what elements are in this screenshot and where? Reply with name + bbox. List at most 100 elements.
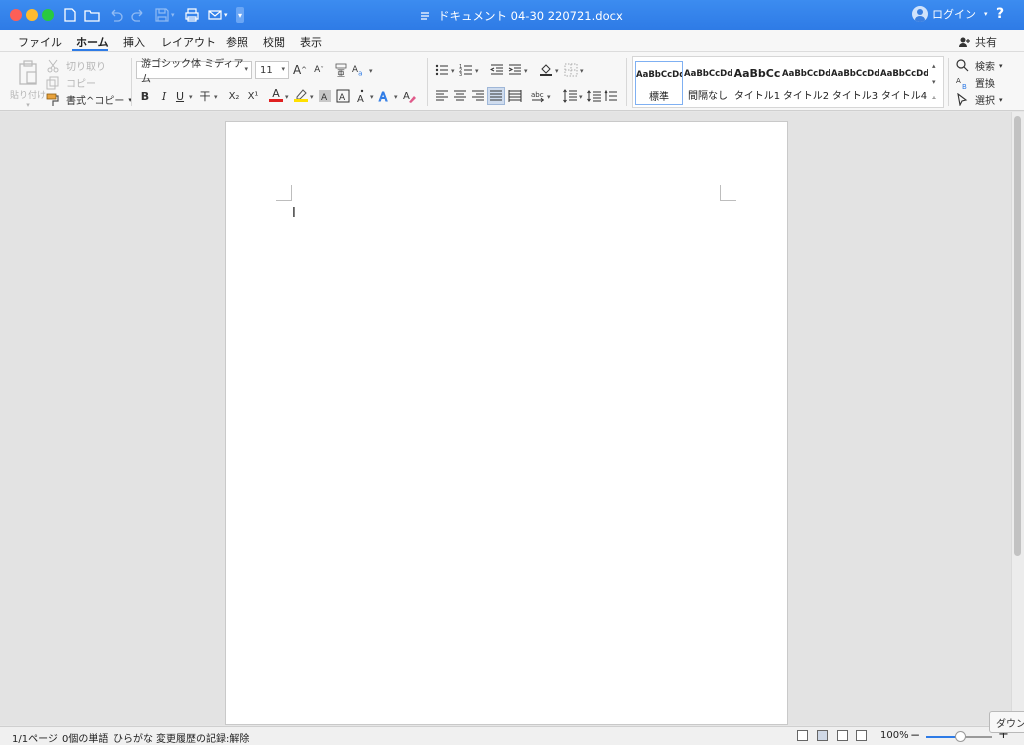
font-color-button[interactable]: A [268,87,284,103]
select-button[interactable]: 選択 ▾ [956,92,1003,107]
group-separator [948,58,949,106]
format-painter-button[interactable]: 書式^コピー ▾ [46,92,132,107]
open-folder-icon[interactable] [84,6,100,24]
superscript-button[interactable]: X¹ [245,88,261,104]
subscript-button[interactable]: X₂ [226,88,242,104]
paragraph-shading-button[interactable] [538,62,554,78]
align-right-button[interactable] [470,88,486,104]
copy-button[interactable]: コピー [46,75,96,90]
style-name: 間隔なし [688,91,728,102]
chevron-down-icon[interactable]: ▾ [932,78,936,86]
highlight-button[interactable] [293,87,309,103]
numbering-button[interactable]: 123 [458,62,474,78]
char-shading-button[interactable]: A [317,88,333,104]
find-button[interactable]: 検索 ▾ [956,58,1003,73]
strikethrough-button[interactable]: 干 [197,88,213,104]
font-size-select[interactable]: 11 ▾ [255,61,289,79]
paste-icon [19,60,37,85]
save-icon[interactable]: ▾ [154,6,175,24]
print-icon[interactable] [184,6,200,24]
style-normal[interactable]: AaBbCcDd 標準 [635,61,683,105]
style-no-spacing[interactable]: AaBbCcDd 間隔なし [684,61,732,105]
character-shading-icon: A [319,90,331,103]
distributed-button[interactable] [507,88,523,104]
word-count[interactable]: 0個の単語 [62,730,108,745]
replace-button[interactable]: AB 置換 [956,75,995,90]
outline-view-icon[interactable] [837,730,848,741]
justify-button[interactable] [487,87,505,105]
line-spacing-button[interactable] [562,88,578,104]
bold-button[interactable]: B [137,88,153,104]
mail-icon[interactable]: ▾ [207,6,228,24]
format-painter-label: 書式^コピー [66,96,125,107]
sort-button[interactable] [603,88,619,104]
style-heading-1[interactable]: AaBbCc タイトル1 [733,61,781,105]
help-button[interactable]: ? [996,6,1004,22]
document-page[interactable] [225,121,788,725]
zoom-slider-thumb[interactable] [955,731,966,742]
tab-layout[interactable]: レイアウト [161,34,216,50]
focus-view-icon[interactable] [797,730,808,741]
numbered-list-icon: 123 [459,64,472,77]
tab-home[interactable]: ホーム [76,34,109,50]
zoom-out-button[interactable]: − [910,728,920,742]
paragraph-spacing-button[interactable] [586,88,602,104]
styles-gallery: AaBbCcDd 標準 AaBbCcDd 間隔なし AaBbCc タイトル1 A… [632,56,944,108]
tab-references[interactable]: 参照 [226,34,248,50]
tab-review[interactable]: 校閲 [263,34,285,50]
login-button[interactable]: ログイン ▾ [912,6,988,22]
web-layout-icon[interactable] [856,730,867,741]
change-case-button[interactable]: Aa [351,62,367,78]
undo-icon[interactable] [108,6,124,24]
print-layout-icon[interactable] [817,730,828,741]
align-center-button[interactable] [452,88,468,104]
chevron-down-icon: ▾ [451,67,455,75]
text-effects-button[interactable]: A [377,88,393,104]
grow-font-button[interactable]: A ^ [292,62,308,78]
text-direction-button[interactable]: abc [530,88,546,104]
share-button[interactable]: 共有 [958,34,997,50]
emphasis-mark-button[interactable]: A [354,88,370,104]
zoom-level[interactable]: 100% [880,730,909,741]
close-window-button[interactable] [10,9,22,21]
char-border-button[interactable]: A [335,88,351,104]
text-direction-icon: abc [531,91,544,103]
decrease-indent-button[interactable] [489,62,505,78]
borders-button[interactable] [563,62,579,78]
chevron-down-icon: ▾ [579,93,583,101]
tab-view[interactable]: 表示 [300,34,322,50]
align-left-button[interactable] [434,88,450,104]
italic-button[interactable]: I [156,88,172,104]
paste-button[interactable]: 貼り付け ▾ [10,60,46,109]
bullets-button[interactable] [434,62,450,78]
underline-button[interactable]: U [172,88,188,104]
style-heading-3[interactable]: AaBbCcDd タイトル3 [831,61,879,105]
minimize-window-button[interactable] [26,9,38,21]
increase-indent-button[interactable] [507,62,523,78]
chevron-down-icon: ▾ [547,93,551,101]
cut-button[interactable]: 切り取り [46,58,106,73]
ruby-button[interactable]: 亜 [333,62,349,78]
shrink-font-button[interactable]: Aˇ [311,62,327,78]
customize-toolbar-button[interactable]: ▾ [236,7,244,23]
style-heading-4[interactable]: AaBbCcDd タイトル4 [880,61,928,105]
expand-gallery-icon[interactable]: ⩡ [932,94,936,103]
new-document-icon[interactable] [62,6,78,24]
font-size-value: 11 [260,64,273,76]
font-family-select[interactable]: 游ゴシック体 ミディアム ▾ [136,59,252,85]
margin-corner-mark [720,185,736,201]
clear-formatting-button[interactable]: A [401,88,417,104]
tab-file[interactable]: ファイル [18,34,62,50]
document-title: ドキュメント 04-30 220721.docx [420,8,623,24]
redo-icon[interactable] [130,6,146,24]
maximize-window-button[interactable] [42,9,54,21]
track-changes-status[interactable]: 変更履歴の記録:解除 [156,730,249,745]
page-count[interactable]: 1/1ページ [12,730,58,745]
chevron-up-icon[interactable]: ▴ [932,62,936,70]
tab-insert[interactable]: 挿入 [123,34,145,50]
text-cursor: I [292,206,296,221]
style-heading-2[interactable]: AaBbCcDd タイトル2 [782,61,830,105]
scrollbar-thumb[interactable] [1014,116,1021,556]
share-label: 共有 [975,36,997,49]
input-mode[interactable]: ひらがな [113,730,153,745]
